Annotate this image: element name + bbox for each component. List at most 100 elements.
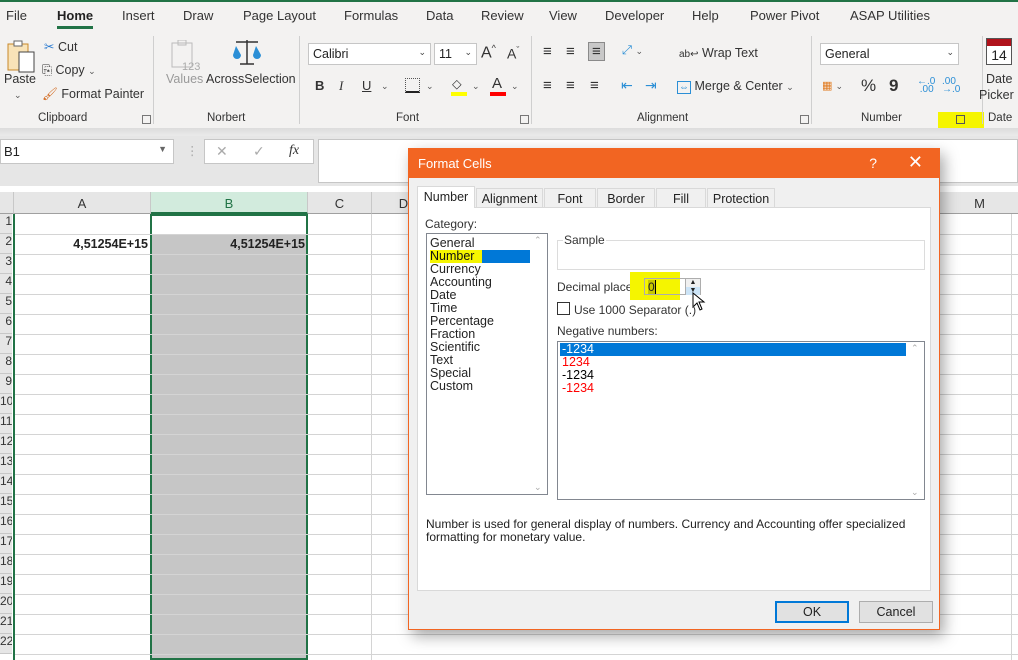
cut-button[interactable]: ✂ Cut [44, 39, 77, 54]
chevron-down-icon[interactable]: ⌄ [786, 82, 794, 92]
comma-style-button[interactable]: 9 [889, 76, 898, 96]
align-right-button[interactable]: ≡ [590, 77, 599, 94]
across-selection-button[interactable]: AcrossSelection [206, 72, 296, 86]
tab-fill[interactable]: Fill [656, 188, 706, 208]
cancel-edit-icon[interactable]: ✕ [216, 143, 228, 160]
date-picker-label-2[interactable]: Picker [979, 88, 1014, 102]
tab-power-pivot[interactable]: Power Pivot [750, 8, 819, 23]
increase-indent-button[interactable]: ⇥ [645, 77, 657, 94]
tab-insert[interactable]: Insert [122, 8, 155, 23]
font-size-combo[interactable]: 11 ⌄ [434, 43, 477, 65]
decrease-decimal-button[interactable]: .00 →.0 [942, 77, 960, 95]
tab-help[interactable]: Help [692, 8, 719, 23]
align-top-button[interactable]: ≡ [543, 43, 552, 60]
ok-button[interactable]: OK [775, 601, 849, 623]
decrease-indent-button[interactable]: ⇤ [621, 77, 633, 94]
row-header[interactable]: 7 [0, 334, 12, 354]
copy-button[interactable]: ⎘ Copy ⌄ [42, 63, 96, 78]
paste-label[interactable]: Paste [4, 72, 36, 86]
tab-protection[interactable]: Protection [707, 188, 775, 208]
orientation-button[interactable]: ⤢ ⌄ [622, 43, 643, 58]
accounting-format-button[interactable]: ▦ ⌄ [822, 79, 843, 92]
format-painter-button[interactable]: 🖌 Format Painter [42, 87, 144, 102]
row-header[interactable]: 13 [0, 454, 12, 474]
font-color-button[interactable]: A [492, 75, 502, 92]
row-header[interactable]: 17 [0, 534, 12, 554]
underline-button[interactable]: U [362, 78, 371, 93]
row-header[interactable]: 1 [0, 214, 12, 234]
copy-dropdown-icon[interactable]: ⌄ [88, 66, 96, 76]
scroll-up-icon[interactable]: ⌃ [911, 343, 919, 354]
name-box[interactable]: B1 ▼ [0, 139, 174, 164]
column-header-c[interactable]: C [308, 192, 372, 214]
wrap-text-button[interactable]: ab↩ Wrap Text [679, 46, 758, 60]
insert-function-icon[interactable]: fx [289, 143, 299, 159]
row-header[interactable]: 18 [0, 554, 12, 574]
row-header[interactable]: 20 [0, 594, 12, 614]
category-item[interactable]: Custom [430, 380, 473, 393]
tab-border[interactable]: Border [597, 188, 655, 208]
confirm-edit-icon[interactable]: ✓ [253, 143, 265, 160]
separator-label[interactable]: Use 1000 Separator (.) [574, 303, 696, 317]
row-header[interactable]: 16 [0, 514, 12, 534]
values-button[interactable]: Values [166, 72, 203, 86]
row-header[interactable]: 14 [0, 474, 12, 494]
negative-number-option[interactable]: -1234 [560, 382, 594, 395]
tab-home[interactable]: Home [57, 8, 94, 29]
align-bottom-button[interactable]: ≡ [588, 42, 605, 61]
help-button[interactable]: ? [869, 155, 877, 171]
row-header[interactable]: 22 [0, 634, 12, 654]
row-header[interactable]: 9 [0, 374, 12, 394]
merge-center-button[interactable]: ⇔ Merge & Center ⌄ [677, 79, 794, 94]
font-color-dropdown-icon[interactable]: ⌄ [511, 81, 519, 92]
tab-formulas[interactable]: Formulas [344, 8, 398, 23]
clipboard-launcher-icon[interactable] [142, 115, 151, 124]
row-header[interactable]: 4 [0, 274, 12, 294]
scroll-down-icon[interactable]: ⌄ [534, 482, 542, 493]
alignment-launcher-icon[interactable] [800, 115, 809, 124]
fill-color-dropdown-icon[interactable]: ⌄ [472, 81, 480, 92]
date-picker-label-1[interactable]: Date [986, 72, 1012, 86]
row-header[interactable]: 2 [0, 234, 12, 254]
row-header[interactable]: 15 [0, 494, 12, 514]
negative-numbers-list[interactable]: ⌃ ⌄ -1234 1234 -1234 -1234 [557, 341, 925, 500]
chevron-down-icon[interactable]: ▼ [158, 144, 167, 154]
close-button[interactable]: ✕ [908, 152, 923, 173]
fill-color-button[interactable]: ◇ [452, 76, 462, 91]
align-middle-button[interactable]: ≡ [566, 43, 575, 60]
paste-dropdown-icon[interactable]: ⌄ [14, 90, 22, 101]
tab-page-layout[interactable]: Page Layout [243, 8, 316, 23]
increase-decimal-button[interactable]: ←.0 .00 [917, 77, 935, 95]
shrink-font-button[interactable]: Aˇ [507, 45, 519, 62]
select-all-corner[interactable] [0, 192, 14, 214]
borders-icon[interactable] [405, 78, 420, 93]
row-header[interactable]: 11 [0, 414, 12, 434]
percent-style-button[interactable]: % [861, 76, 876, 96]
bold-button[interactable]: B [315, 78, 324, 93]
column-header-b[interactable]: B [151, 192, 308, 214]
row-header[interactable]: 10 [0, 394, 12, 414]
font-launcher-icon[interactable] [520, 115, 529, 124]
tab-alignment[interactable]: Alignment [476, 188, 543, 208]
italic-button[interactable]: I [339, 78, 343, 94]
row-header[interactable]: 5 [0, 294, 12, 314]
tab-review[interactable]: Review [481, 8, 524, 23]
row-header[interactable]: 6 [0, 314, 12, 334]
category-list[interactable]: ⌃ ⌄ General Number Currency Accounting Date T… [426, 233, 548, 495]
negative-number-option[interactable]: -1234 [560, 343, 906, 356]
column-header-a[interactable]: A [14, 192, 151, 214]
row-header[interactable]: 12 [0, 434, 12, 454]
align-left-button[interactable]: ≡ [543, 77, 552, 94]
separator-checkbox[interactable] [557, 302, 570, 315]
scroll-up-icon[interactable]: ⌃ [534, 235, 542, 246]
tab-developer[interactable]: Developer [605, 8, 664, 23]
decimal-places-input[interactable]: 0 [644, 278, 689, 295]
borders-dropdown-icon[interactable]: ⌄ [426, 81, 434, 92]
font-name-combo[interactable]: Calibri ⌄ [308, 43, 431, 65]
tab-draw[interactable]: Draw [183, 8, 213, 23]
row-header[interactable]: 19 [0, 574, 12, 594]
tab-font[interactable]: Font [544, 188, 596, 208]
spin-up-icon[interactable]: ▲ [686, 279, 700, 287]
tab-number[interactable]: Number [417, 186, 475, 208]
cancel-button[interactable]: Cancel [859, 601, 933, 623]
